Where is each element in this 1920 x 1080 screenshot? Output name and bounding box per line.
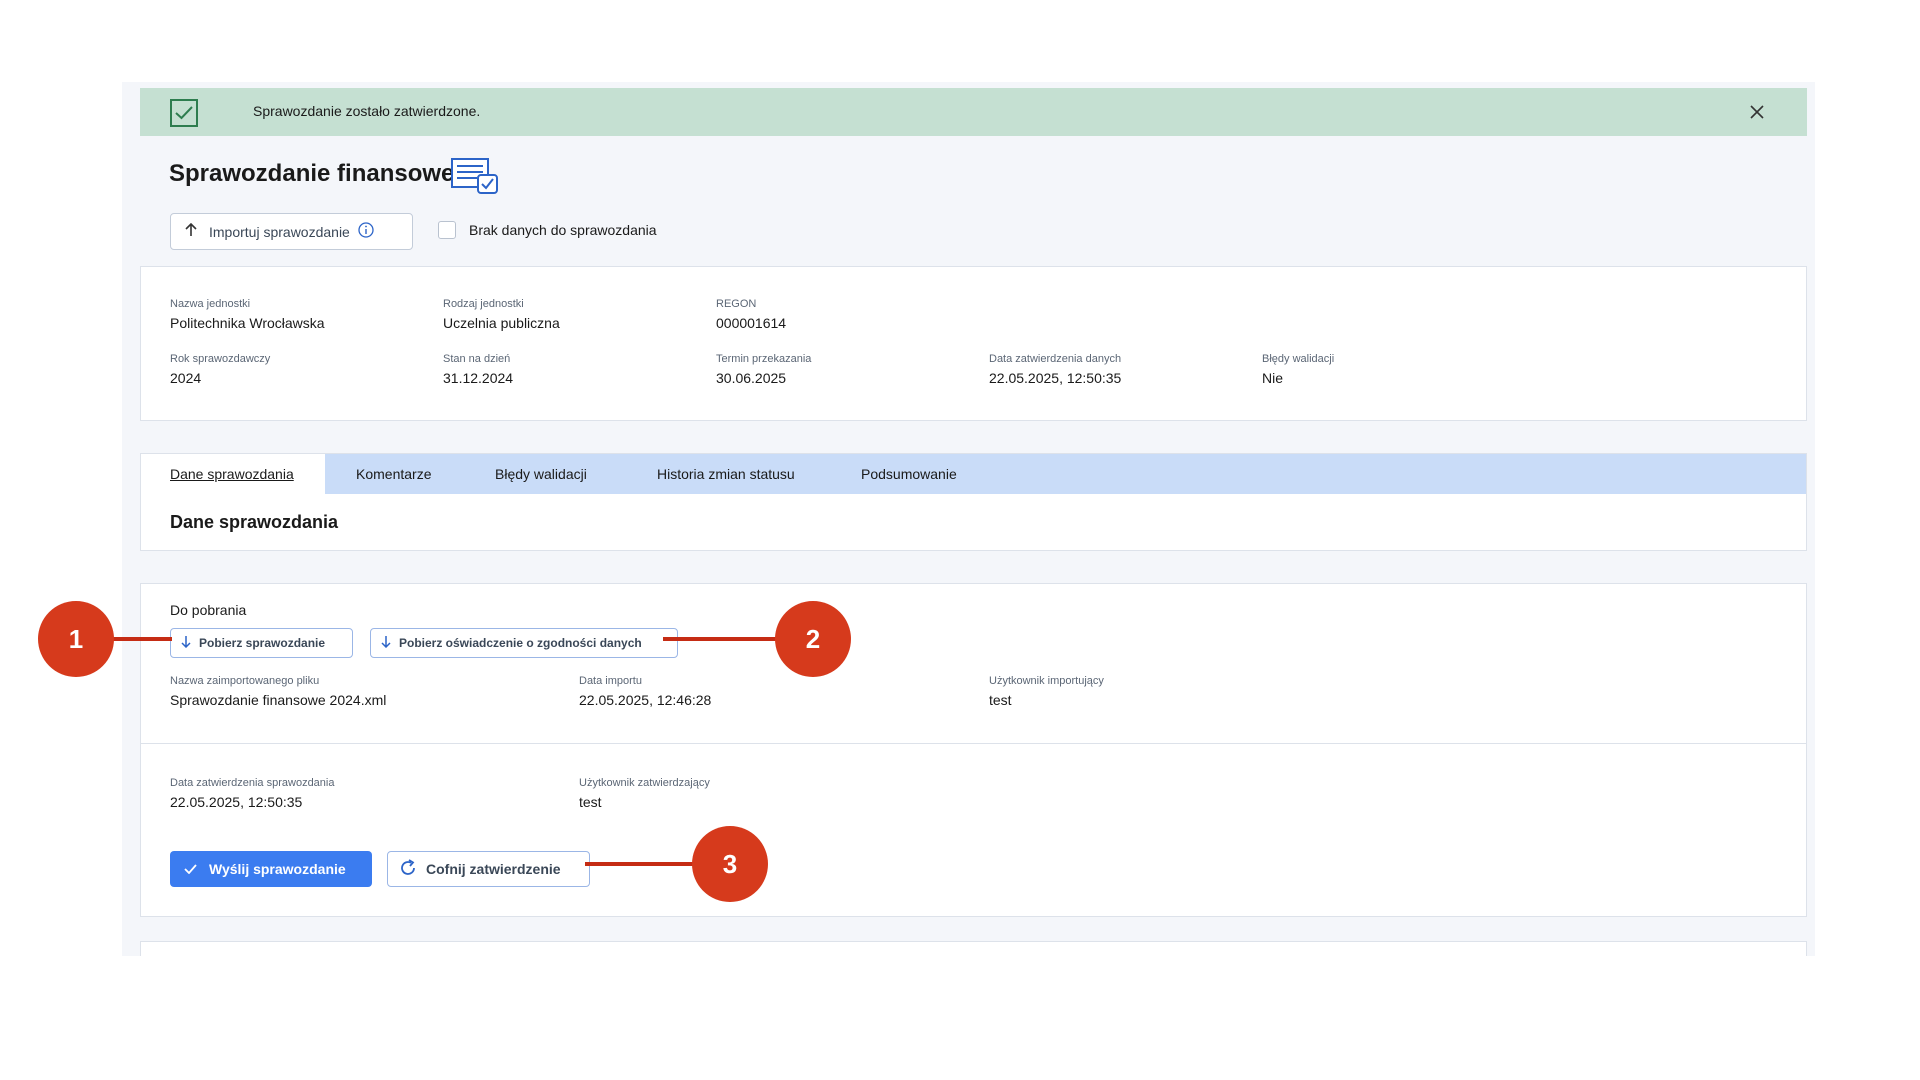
field-approve-date: Data zatwierdzenia sprawozdania 22.05.20… bbox=[170, 776, 334, 811]
field-value: 30.06.2025 bbox=[716, 370, 787, 386]
no-data-checkbox[interactable] bbox=[438, 221, 456, 239]
app-frame: Sprawozdanie zostało zatwierdzone. Spraw… bbox=[122, 82, 1815, 956]
field-value: test bbox=[579, 794, 602, 810]
field-value: Nie bbox=[1262, 370, 1284, 386]
field-value: test bbox=[989, 692, 1012, 708]
banner-message: Sprawozdanie zostało zatwierdzone. bbox=[253, 103, 481, 119]
info-icon[interactable] bbox=[358, 222, 374, 241]
field-nazwa-jednostki: Nazwa jednostki Politechnika Wrocławska bbox=[170, 297, 325, 332]
field-label: Nazwa jednostki bbox=[170, 298, 251, 310]
send-report-label: Wyślij sprawozdanie bbox=[209, 861, 346, 877]
downloads-title: Do pobrania bbox=[170, 602, 247, 618]
field-data-zatwierdzenia-danych: Data zatwierdzenia danych 22.05.2025, 12… bbox=[989, 352, 1121, 387]
callout-badge-3: 3 bbox=[692, 826, 768, 902]
field-label: Data zatwierdzenia sprawozdania bbox=[170, 777, 335, 789]
no-data-checkbox-row[interactable]: Brak danych do sprawozdania bbox=[438, 221, 657, 239]
no-data-label: Brak danych do sprawozdania bbox=[469, 222, 657, 238]
check-icon bbox=[184, 861, 197, 877]
page-title: Sprawozdanie finansowe bbox=[169, 160, 455, 187]
import-report-label: Importuj sprawozdanie bbox=[209, 223, 350, 240]
field-label: Rok sprawozdawczy bbox=[170, 353, 271, 365]
tab-podsumowanie[interactable]: Podsumowanie bbox=[861, 454, 957, 494]
field-label: Błędy walidacji bbox=[1262, 353, 1335, 365]
field-value: 22.05.2025, 12:50:35 bbox=[989, 370, 1122, 386]
report-check-icon bbox=[451, 157, 499, 200]
field-value: 22.05.2025, 12:50:35 bbox=[170, 794, 303, 810]
send-report-button[interactable]: Wyślij sprawozdanie bbox=[170, 851, 372, 887]
download-statement-button[interactable]: Pobierz oświadczenie o zgodności danych bbox=[370, 628, 678, 658]
refresh-icon bbox=[398, 858, 418, 881]
undo-approval-button[interactable]: Cofnij zatwierdzenie bbox=[387, 851, 590, 887]
field-imported-file: Nazwa zaimportowanego pliku Sprawozdanie… bbox=[170, 674, 386, 709]
callout-badge-1: 1 bbox=[38, 601, 114, 677]
arrow-down-icon bbox=[381, 635, 391, 651]
report-info-card: Nazwa jednostki Politechnika Wrocławska … bbox=[140, 266, 1807, 421]
field-value: Sprawozdanie finansowe 2024.xml bbox=[170, 692, 387, 708]
arrow-up-icon bbox=[185, 222, 197, 240]
undo-approval-label: Cofnij zatwierdzenie bbox=[426, 861, 561, 877]
field-label: Data importu bbox=[579, 675, 642, 687]
field-value: Uczelnia publiczna bbox=[443, 315, 560, 331]
field-regon: REGON 000001614 bbox=[716, 297, 786, 332]
tab-bledy-walidacji[interactable]: Błędy walidacji bbox=[495, 454, 587, 494]
field-label: Użytkownik zatwierdzający bbox=[579, 777, 710, 789]
field-value: 2024 bbox=[170, 370, 202, 386]
import-report-button[interactable]: Importuj sprawozdanie bbox=[170, 213, 413, 250]
field-value: 22.05.2025, 12:46:28 bbox=[579, 692, 712, 708]
divider bbox=[141, 743, 1806, 744]
field-label: Nazwa zaimportowanego pliku bbox=[170, 675, 320, 687]
callout-line-3 bbox=[585, 862, 697, 866]
tab-dane-sprawozdania[interactable]: Dane sprawozdania bbox=[141, 454, 325, 494]
next-card bbox=[140, 941, 1807, 956]
downloads-card: Do pobrania Pobierz sprawozdanie Pobierz… bbox=[140, 583, 1807, 917]
section-title: Dane sprawozdania bbox=[170, 512, 339, 532]
download-report-label: Pobierz sprawozdanie bbox=[199, 636, 326, 650]
callout-badge-2: 2 bbox=[775, 601, 851, 677]
field-bledy-walidacji: Błędy walidacji Nie bbox=[1262, 352, 1334, 387]
arrow-down-icon bbox=[181, 635, 191, 651]
download-statement-label: Pobierz oświadczenie o zgodności danych bbox=[399, 636, 642, 650]
field-label: Stan na dzień bbox=[443, 353, 511, 365]
success-check-icon bbox=[170, 99, 198, 127]
tab-historia-zmian-statusu[interactable]: Historia zmian statusu bbox=[657, 454, 795, 494]
field-value: Politechnika Wrocławska bbox=[170, 315, 325, 331]
field-rok: Rok sprawozdawczy 2024 bbox=[170, 352, 270, 387]
field-rodzaj-jednostki: Rodzaj jednostki Uczelnia publiczna bbox=[443, 297, 560, 332]
field-label: REGON bbox=[716, 298, 757, 310]
success-banner: Sprawozdanie zostało zatwierdzone. bbox=[140, 88, 1807, 136]
close-icon[interactable] bbox=[1745, 100, 1769, 124]
field-import-user: Użytkownik importujący test bbox=[989, 674, 1104, 709]
field-label: Data zatwierdzenia danych bbox=[989, 353, 1122, 365]
tab-komentarze[interactable]: Komentarze bbox=[356, 454, 431, 494]
field-approve-user: Użytkownik zatwierdzający test bbox=[579, 776, 710, 811]
callout-line-2 bbox=[663, 637, 783, 641]
tabs-card: Dane sprawozdania Komentarze Błędy walid… bbox=[140, 453, 1807, 551]
field-termin: Termin przekazania 30.06.2025 bbox=[716, 352, 811, 387]
field-value: 000001614 bbox=[716, 315, 787, 331]
field-value: 31.12.2024 bbox=[443, 370, 514, 386]
field-label: Termin przekazania bbox=[716, 353, 812, 365]
field-label: Rodzaj jednostki bbox=[443, 298, 524, 310]
download-report-button[interactable]: Pobierz sprawozdanie bbox=[170, 628, 353, 658]
field-import-date: Data importu 22.05.2025, 12:46:28 bbox=[579, 674, 711, 709]
callout-line-1 bbox=[112, 637, 172, 641]
field-label: Użytkownik importujący bbox=[989, 675, 1104, 687]
tab-bar: Dane sprawozdania Komentarze Błędy walid… bbox=[141, 454, 1806, 494]
field-stan-na-dzien: Stan na dzień 31.12.2024 bbox=[443, 352, 513, 387]
